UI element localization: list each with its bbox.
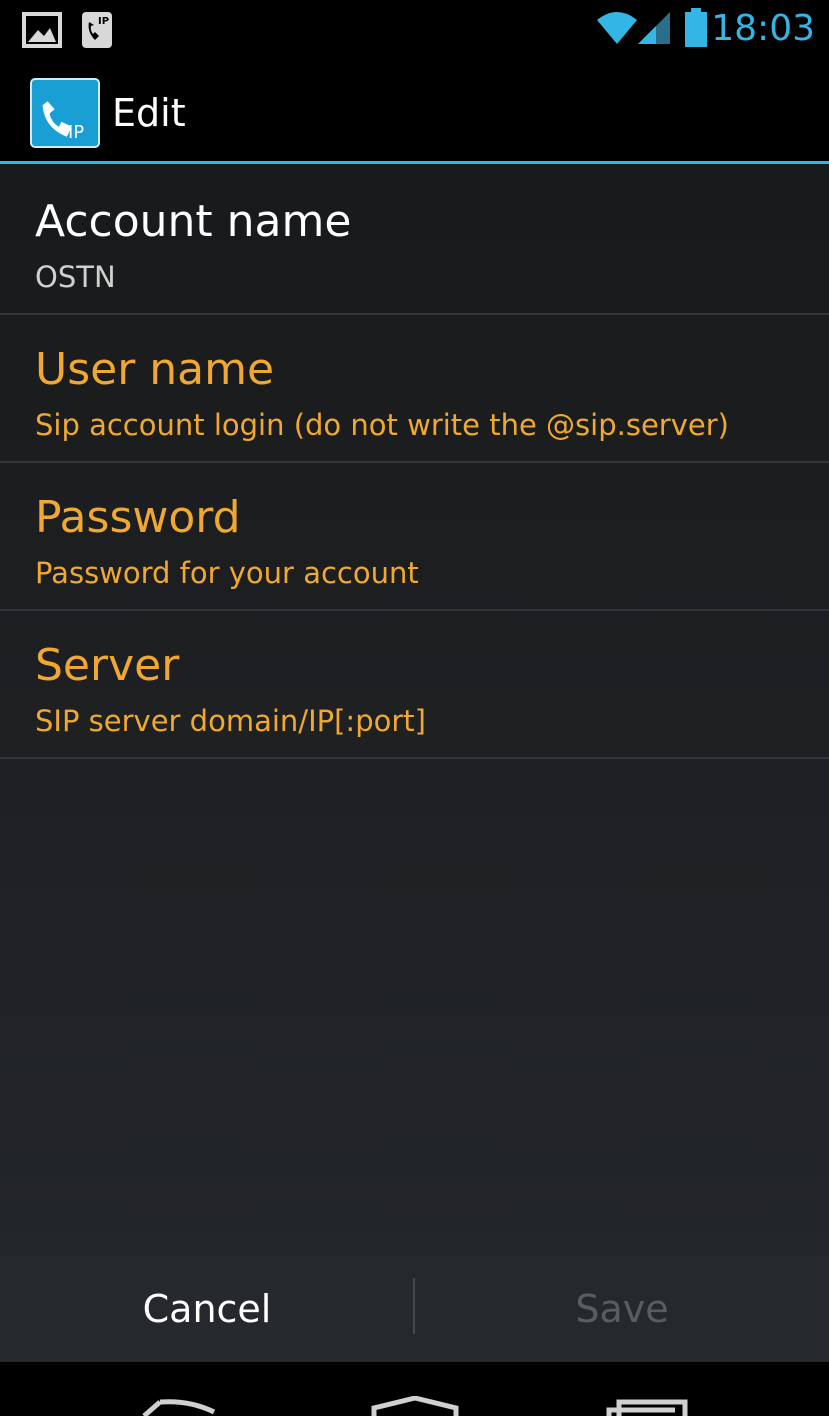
screen: IP 18:03 IP Edit Account name OSTN User <box>0 0 829 1416</box>
pref-title: Account name <box>35 196 352 247</box>
pref-user-name[interactable]: User name Sip account login (do not writ… <box>0 315 829 463</box>
gallery-notification-icon <box>22 12 62 48</box>
page-title: Edit <box>112 91 186 135</box>
recent-apps-icon[interactable] <box>605 1396 689 1416</box>
svg-text:IP: IP <box>68 122 84 143</box>
cancel-button[interactable]: Cancel <box>0 1256 414 1362</box>
signal-icon <box>638 12 670 44</box>
home-icon[interactable] <box>370 1396 460 1416</box>
pref-summary: Sip account login (do not write the @sip… <box>35 408 729 442</box>
nav-bar <box>0 1362 829 1416</box>
wifi-icon <box>597 12 637 44</box>
pref-summary: OSTN <box>35 260 116 294</box>
pref-title: Password <box>35 492 241 543</box>
pref-account-name[interactable]: Account name OSTN <box>0 167 829 315</box>
action-bar: IP Edit <box>0 58 829 164</box>
status-clock: 18:03 <box>711 8 815 49</box>
sip-phone-notification-icon: IP <box>82 12 112 48</box>
status-bar: IP 18:03 <box>0 0 829 58</box>
preference-list: Account name OSTN User name Sip account … <box>0 167 829 759</box>
ip-phone-app-icon[interactable]: IP <box>30 78 100 148</box>
pref-summary: SIP server domain/IP[:port] <box>35 704 426 738</box>
back-icon[interactable] <box>140 1396 220 1416</box>
pref-title: Server <box>35 640 180 691</box>
pref-summary: Password for your account <box>35 556 419 590</box>
save-button[interactable]: Save <box>415 1256 829 1362</box>
button-bar: Cancel Save <box>0 1256 829 1362</box>
pref-server[interactable]: Server SIP server domain/IP[:port] <box>0 611 829 759</box>
battery-icon <box>685 8 707 47</box>
pref-title: User name <box>35 344 275 395</box>
pref-password[interactable]: Password Password for your account <box>0 463 829 611</box>
svg-text:IP: IP <box>98 16 109 27</box>
